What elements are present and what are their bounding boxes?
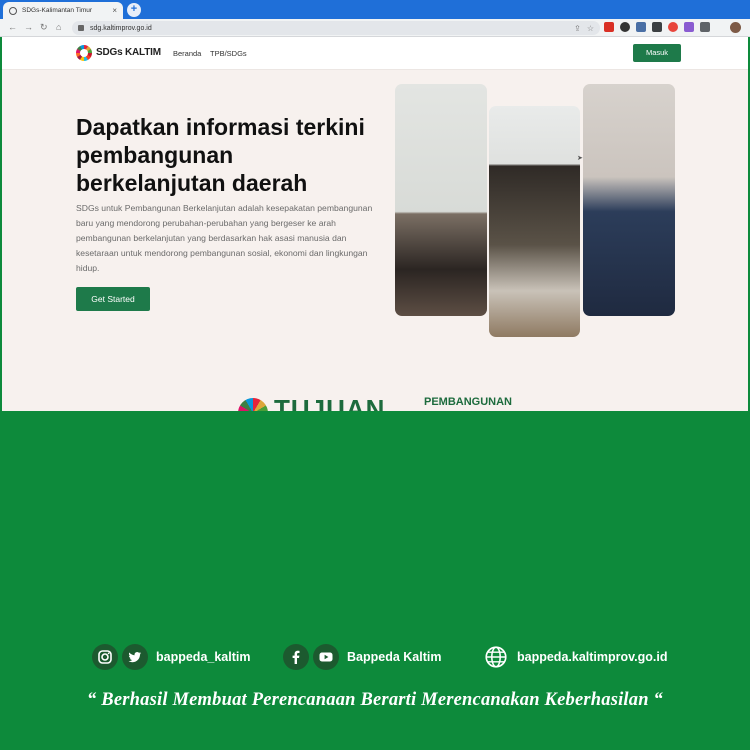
website-group: bappeda.kaltimprov.go.id xyxy=(483,643,667,671)
forward-icon[interactable]: → xyxy=(24,22,33,32)
sdg-wheel-icon xyxy=(238,398,268,411)
reload-icon[interactable]: ↻ xyxy=(40,22,48,33)
back-icon[interactable]: ← xyxy=(8,22,17,32)
nav-link-beranda[interactable]: Beranda xyxy=(173,49,201,58)
site-navbar: SDGs KALTIM Beranda TPB/SDGs Masuk xyxy=(2,37,748,70)
hero-photo-right xyxy=(583,84,675,316)
globe-icon xyxy=(9,6,17,15)
youtube-icon[interactable] xyxy=(313,644,339,670)
website-url-text[interactable]: bappeda.kaltimprov.go.id xyxy=(517,650,667,664)
tab-title: SDGs-Kalimantan Timur xyxy=(22,7,93,14)
login-button[interactable]: Masuk xyxy=(633,44,681,62)
url-input[interactable]: sdg.kaltimprov.go.id ⇪ ☆ xyxy=(72,21,600,35)
instagram-icon[interactable] xyxy=(92,644,118,670)
brand-name[interactable]: SDGs KALTIM xyxy=(96,47,161,58)
extension-icon[interactable] xyxy=(668,22,678,32)
extension-icon[interactable] xyxy=(684,22,694,32)
banner-title: TUJUAN xyxy=(274,394,386,411)
lock-icon xyxy=(78,25,84,31)
browser-tab[interactable]: SDGs-Kalimantan Timur × xyxy=(3,2,123,19)
close-tab-icon[interactable]: × xyxy=(112,6,117,15)
extension-puzzle-icon[interactable] xyxy=(700,22,710,32)
extension-icon[interactable] xyxy=(620,22,630,32)
motto-quote: “ Berhasil Membuat Perencanaan Berarti M… xyxy=(87,690,663,710)
hero-description: SDGs untuk Pembangunan Berkelanjutan ada… xyxy=(76,203,373,273)
mouse-cursor-icon: ➤ xyxy=(577,155,583,162)
url-text: sdg.kaltimprov.go.id xyxy=(90,24,152,32)
extension-icon[interactable] xyxy=(636,22,646,32)
extension-icon[interactable] xyxy=(652,22,662,32)
address-bar: ← → ↻ ⌂ sdg.kaltimprov.go.id ⇪ ☆ xyxy=(0,19,750,37)
share-icon[interactable]: ⇪ xyxy=(574,24,581,33)
twitter-icon[interactable] xyxy=(122,644,148,670)
website-viewport: SDGs KALTIM Beranda TPB/SDGs Masuk Dapat… xyxy=(2,37,748,411)
social-group-page: Bappeda Kaltim xyxy=(283,643,441,671)
social-group-handle: bappeda_kaltim xyxy=(92,643,250,671)
facebook-icon[interactable] xyxy=(283,644,309,670)
home-icon[interactable]: ⌂ xyxy=(56,22,61,32)
hero-photo-left xyxy=(395,84,487,316)
bookmark-star-icon[interactable]: ☆ xyxy=(587,24,594,33)
extension-icon[interactable] xyxy=(604,22,614,32)
new-tab-button[interactable]: + xyxy=(127,3,141,17)
get-started-button[interactable]: Get Started xyxy=(76,287,150,311)
nav-link-tpb-sdgs[interactable]: TPB/SDGs xyxy=(210,49,247,58)
banner-subtitle: PEMBANGUNAN xyxy=(424,396,512,408)
hero-photo-center xyxy=(489,106,580,337)
globe-icon[interactable] xyxy=(483,644,509,670)
social-handle-text: bappeda_kaltim xyxy=(156,650,251,664)
profile-avatar[interactable] xyxy=(730,22,741,33)
extensions-row xyxy=(604,22,710,32)
social-page-text: Bappeda Kaltim xyxy=(347,650,442,664)
sdgs-logo-icon[interactable] xyxy=(76,45,92,61)
browser-tab-bar: SDGs-Kalimantan Timur × + xyxy=(0,0,750,19)
hero-title: Dapatkan informasi terkini pembangunan b… xyxy=(76,114,365,196)
